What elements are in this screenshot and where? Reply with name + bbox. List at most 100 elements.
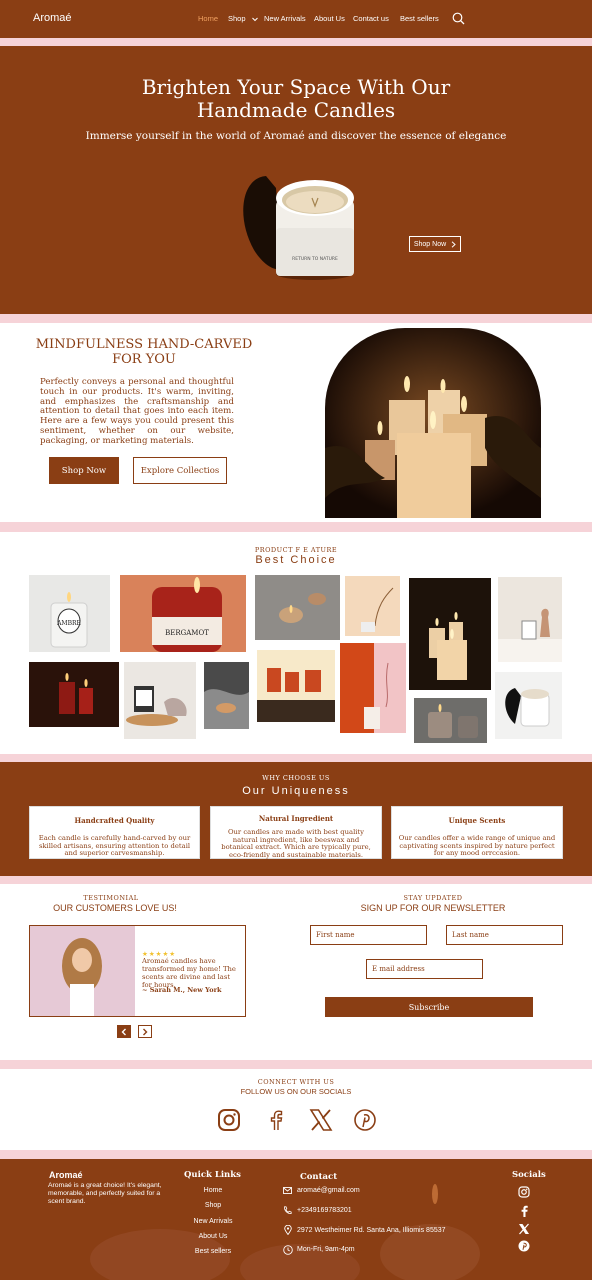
section-divider (0, 314, 592, 323)
footer-socials-title: Socials (512, 1170, 546, 1180)
next-testimonial-button[interactable] (138, 1025, 152, 1038)
pink-flowers-illustration (340, 643, 406, 733)
pinterest-icon[interactable] (353, 1108, 377, 1132)
socials-eyebrow: CONNECT WITH US (257, 1078, 335, 1086)
footer-link-new-arrivals[interactable]: New Arrivals (172, 1218, 254, 1225)
candle-label: RETURN TO NATURE (292, 256, 338, 262)
hero-subtitle: Immerse yourself in the world of Aromaé … (85, 130, 507, 142)
newsletter-title: SIGN UP FOR OUR NEWSLETTER (360, 903, 506, 913)
instagram-icon[interactable] (518, 1186, 530, 1198)
footer-link-best-sellers[interactable]: Best sellers (172, 1248, 254, 1255)
nav-new-arrivals[interactable]: New Arrivals (264, 14, 306, 23)
ambre-candle-illustration: AMBRE (50, 592, 88, 648)
chevron-left-icon (121, 1028, 126, 1035)
nav-home[interactable]: Home (198, 14, 218, 23)
chevron-down-icon (251, 17, 258, 21)
shadow-jar-illustration (495, 672, 562, 739)
product-photo-jar-pair[interactable] (414, 698, 487, 743)
feature-card-title: Handcrafted Quality (74, 816, 155, 825)
product-photo-shelf-jar[interactable] (498, 577, 562, 662)
nav-shop[interactable]: Shop (228, 14, 258, 23)
product-photo-wood-tray[interactable] (124, 662, 196, 739)
phone-icon (284, 1206, 292, 1214)
clock-icon (283, 1245, 293, 1255)
pillar-candles-illustration (409, 578, 491, 690)
prev-testimonial-button[interactable] (117, 1025, 131, 1038)
footer-link-shop[interactable]: Shop (172, 1202, 254, 1209)
hero-candle-image: RETURN TO NATURE (243, 176, 354, 280)
product-photo-red-candles[interactable] (29, 662, 119, 727)
contact-phone[interactable]: +2349169783201 (297, 1207, 352, 1214)
product-photo-blanket[interactable] (204, 662, 249, 729)
product-photo-dried-flowers[interactable] (345, 576, 400, 636)
facebook-icon[interactable] (264, 1108, 288, 1132)
uniqueness-title: Our Uniqueness (242, 785, 350, 797)
product-photo-orange-pillars[interactable] (257, 650, 335, 722)
subscribe-button[interactable]: Subscribe (325, 997, 533, 1017)
contact-email[interactable]: aromaé@gmail.com (297, 1187, 360, 1194)
footer-brand-text: Aromaé is a great choice! It's elegant, … (48, 1182, 162, 1205)
shelf-jar-illustration (498, 577, 562, 662)
mindfulness-text: Perfectly conveys a personal and thought… (40, 377, 234, 446)
feature-card-text: Our candles are made with best quality n… (221, 828, 371, 859)
hero-title: Brighten Your Space With Our Handmade Ca… (0, 76, 592, 122)
email-field[interactable]: E mail address (366, 959, 483, 979)
section-divider (0, 876, 592, 884)
feature-card-title: Natural Ingredient (258, 814, 334, 823)
customer-photo (30, 926, 135, 1016)
footer-candle-background (90, 1184, 480, 1280)
instagram-icon[interactable] (217, 1108, 241, 1132)
chevron-right-icon (451, 240, 456, 248)
hero-shop-now-button[interactable]: Shop Now (409, 236, 461, 252)
nav-best-sellers[interactable]: Best sellers (400, 14, 439, 23)
x-icon[interactable] (518, 1223, 530, 1235)
facebook-icon[interactable] (519, 1205, 529, 1217)
feature-card-text: Each candle is carefully hand-carved by … (38, 834, 191, 858)
product-photo-pink-flowers[interactable] (340, 643, 406, 733)
location-icon (284, 1225, 292, 1235)
hero-title-line-2: Handmade Candles (196, 98, 396, 122)
feature-card: Handcrafted Quality Each candle is caref… (29, 806, 200, 859)
footer-brand: Aromaé (49, 1170, 83, 1180)
red-candles-illustration (29, 662, 119, 727)
pinterest-icon[interactable] (518, 1240, 530, 1252)
product-photo-tea-lights[interactable] (255, 575, 340, 640)
orange-pillars-illustration (257, 650, 335, 722)
newsletter-eyebrow: STAY UPDATED (403, 894, 463, 902)
product-photo-ambre[interactable]: AMBRE (29, 575, 110, 652)
section-divider (0, 1060, 592, 1069)
search-icon[interactable] (452, 12, 465, 25)
footer-link-home[interactable]: Home (172, 1187, 254, 1194)
testimonial-quote: Aromaé candles have transformed my home!… (142, 957, 236, 989)
last-name-field[interactable]: Last name (446, 925, 563, 945)
x-icon[interactable] (309, 1108, 333, 1132)
hero-title-line-1: Brighten Your Space With Our (141, 75, 451, 99)
nav-shop-label: Shop (228, 14, 246, 23)
best-choice-eyebrow: PRODUCT F E ATURE (254, 546, 338, 554)
product-photo-pillar-candles[interactable] (409, 578, 491, 690)
testimonial-author: ~ Sarah M., New York (142, 986, 222, 994)
dried-flowers-illustration (345, 576, 400, 636)
bergamot-label: BERGAMOT (165, 629, 209, 637)
mindfulness-shop-now-button[interactable]: Shop Now (49, 457, 119, 484)
footer-link-about-us[interactable]: About Us (172, 1233, 254, 1240)
nav-contact-us[interactable]: Contact us (353, 14, 389, 23)
product-photo-bergamot[interactable]: BERGAMOT (120, 575, 246, 652)
uniqueness-eyebrow: WHY CHOOSE US (262, 774, 330, 782)
feature-card-title: Unique Scents (448, 816, 506, 825)
product-photo-shadow-jar[interactable] (495, 672, 562, 739)
testimonial-title: OUR CUSTOMERS LOVE US! (53, 903, 177, 913)
section-divider (0, 38, 592, 46)
tea-lights-illustration (255, 575, 340, 640)
first-name-field[interactable]: First name (310, 925, 427, 945)
testimonial-card: ★★★★★ Aromaé candles have transformed my… (29, 925, 246, 1017)
feature-card: Natural Ingredient Our candles are made … (210, 806, 382, 859)
nav-about-us[interactable]: About Us (314, 14, 345, 23)
contact-hours: Mon-Fri, 9am-4pm (297, 1246, 355, 1253)
best-choice-title: Best Choice (255, 554, 337, 566)
section-divider (0, 754, 592, 762)
socials-title: FOLLOW US ON OUR SOCIALS (240, 1087, 352, 1096)
brand-logo[interactable]: Aromaé (33, 12, 72, 24)
wood-tray-illustration (124, 662, 196, 739)
explore-collections-button[interactable]: Explore Collectios (133, 457, 227, 484)
